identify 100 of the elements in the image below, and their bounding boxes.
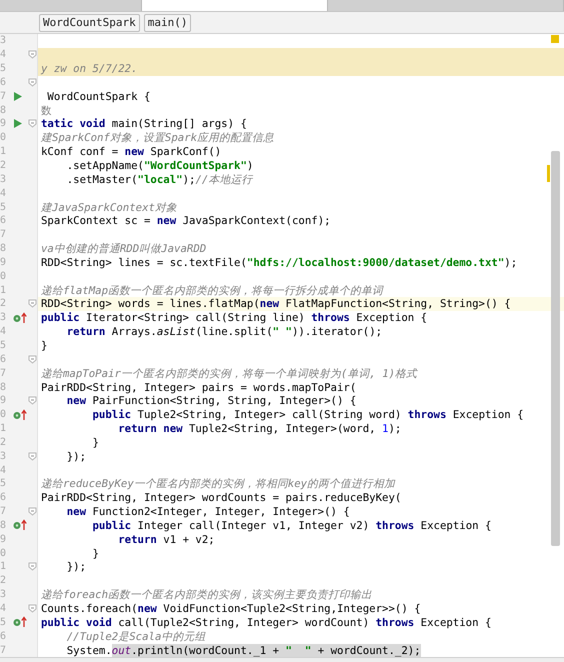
line-number: 6	[0, 76, 7, 89]
line-number: 4	[0, 464, 8, 477]
code-line: return new Tuple2<String, Integer>(word, 1);	[117, 422, 402, 436]
line-number: 2	[0, 159, 8, 172]
fold-icon[interactable]	[28, 50, 37, 60]
line-number: 6	[0, 491, 8, 504]
line-number: 5	[0, 616, 8, 629]
line-number: 8	[0, 104, 8, 117]
line-number: 8	[0, 380, 8, 394]
line-number: 8	[0, 242, 8, 256]
fold-icon[interactable]	[28, 452, 37, 461]
code-line: public Integer call(Integer v1, Integer v2) throws Exception {	[91, 518, 492, 532]
fold-icon[interactable]	[28, 507, 37, 516]
code-line: public void call(Tuple2<String, Integer> wordCount) throws Exception {	[41, 616, 492, 629]
line-number: 1	[0, 422, 8, 436]
code-line: y zw on 5/7/22.	[41, 62, 138, 76]
fold-icon[interactable]	[28, 78, 37, 87]
warning-marker[interactable]	[551, 35, 559, 43]
line-number: 7	[0, 366, 8, 380]
line-number: 5	[0, 338, 8, 352]
code-line: }	[41, 338, 48, 352]
code-line: RDD<String> words = lines.flatMap(new FlatMapFunction<String, String>() {	[41, 297, 511, 310]
code-line: new Function2<Integer, Integer, Integer>() {	[66, 505, 350, 518]
code-line: });	[66, 450, 86, 463]
line-number: 2	[0, 297, 7, 310]
line-number: 2	[0, 574, 8, 588]
code-line: 建SparkConf对象，设置Spark应用的配置信息	[41, 131, 274, 144]
breadcrumb[interactable]: WordCountSpark	[39, 14, 140, 32]
line-number: 9	[0, 256, 8, 269]
override-icon[interactable]	[13, 519, 28, 532]
line-number: 4	[0, 325, 8, 338]
code-line: PairRDD<String, Integer> pairs = words.mapToPair(	[41, 380, 356, 394]
line-number: 0	[0, 546, 8, 560]
line-number: 7	[0, 228, 8, 242]
fold-icon[interactable]	[28, 354, 37, 364]
code-line: new PairFunction<String, String, Integer>() {	[66, 394, 356, 408]
scrollbar-thumb[interactable]	[551, 151, 560, 546]
line-number: 3	[0, 311, 8, 324]
line-number: 7	[0, 90, 8, 103]
code-line: }	[91, 436, 99, 449]
line-number: 1	[0, 145, 8, 158]
override-icon[interactable]	[13, 408, 28, 421]
code-line: 建JavaSparkContext对象	[41, 200, 177, 214]
line-number: 2	[0, 436, 8, 449]
line-number: 3	[0, 450, 7, 463]
line-number: 0	[0, 270, 8, 283]
line-number: 9	[0, 394, 7, 408]
run-icon[interactable]	[13, 90, 24, 102]
fold-icon[interactable]	[28, 562, 37, 572]
line-number: 4	[0, 602, 7, 616]
line-number: 6	[0, 352, 7, 366]
change-marker[interactable]	[547, 165, 550, 182]
line-number: 5	[0, 62, 8, 76]
override-icon[interactable]	[13, 616, 28, 628]
code-line: public Tuple2<String, Integer> call(String word) throws Exception {	[91, 408, 524, 422]
code-line: 递给reduceByKey一个匿名内部类的实例，将相同key的两个值进行相加	[41, 477, 396, 490]
code-line: SparkContext sc = new JavaSparkContext(conf);	[41, 214, 331, 228]
code-line: va中创建的普通RDD叫做JavaRDD	[41, 242, 206, 256]
code-line: RDD<String> lines = sc.textFile("hdfs://localhost:9000/dataset/demo.txt");	[41, 256, 518, 269]
code-line: PairRDD<String, Integer> wordCounts = pairs.reduceByKey(	[41, 491, 402, 504]
fold-icon[interactable]	[28, 299, 37, 308]
run-icon[interactable]	[12, 118, 23, 130]
line-number: 3	[0, 172, 8, 186]
code-line: System.out.println(wordCount._1 + " " + wordCount._2);	[66, 644, 421, 657]
code-line: 递给flatMap函数一个匿名内部类的实例，将每一行拆分成单个的单词	[41, 284, 384, 297]
code-line: //Tuple2是Scala中的元组	[66, 630, 206, 643]
override-icon[interactable]	[13, 312, 28, 324]
line-number: 9	[0, 532, 8, 546]
code-line: Counts.foreach(new VoidFunction<Tuple2<String,Integer>>() {	[41, 602, 421, 616]
line-number: 0	[0, 408, 8, 422]
line-number: 1	[0, 284, 8, 297]
code-line: kConf conf = new SparkConf()	[41, 145, 222, 158]
line-number: 0	[0, 131, 8, 144]
fold-icon[interactable]	[28, 604, 37, 614]
line-number: 7	[0, 505, 7, 518]
line-number: 7	[0, 644, 8, 657]
line-number: 3	[0, 34, 8, 48]
code-line: .setAppName("WordCountSpark")	[66, 159, 254, 172]
line-number: 6	[0, 630, 8, 643]
line-number: 5	[0, 477, 8, 490]
fold-icon[interactable]	[28, 119, 37, 128]
line-number: 4	[0, 48, 7, 62]
code-line: public Iterator<String> call(String line) throws Exception {	[41, 311, 428, 324]
line-number: 3	[0, 588, 8, 602]
fold-icon[interactable]	[28, 396, 37, 406]
code-line: });	[66, 560, 86, 574]
line-number: 5	[0, 200, 8, 214]
code-line: return Arrays.asList(line.split(" ")).iterator();	[66, 325, 382, 338]
line-number: 9	[0, 117, 7, 130]
line-number: 1	[0, 560, 7, 574]
code-line: 递给mapToPair一个匿名内部类的实例，将每一个单词映射为(单词, 1)格式	[41, 366, 418, 380]
code-line: .setMaster("local");//本地运行	[66, 172, 252, 186]
code-line: 数	[41, 104, 52, 117]
line-number: 6	[0, 214, 8, 228]
line-number: 4	[0, 186, 8, 200]
code-line: tatic void main(String[] args) {	[41, 117, 247, 130]
breadcrumb[interactable]: main()	[144, 14, 192, 32]
code-line: }	[91, 546, 99, 560]
line-number: 8	[0, 518, 8, 532]
code-line: 递给foreach函数一个匿名内部类的实例，该实例主要负责打印输出	[41, 588, 372, 602]
